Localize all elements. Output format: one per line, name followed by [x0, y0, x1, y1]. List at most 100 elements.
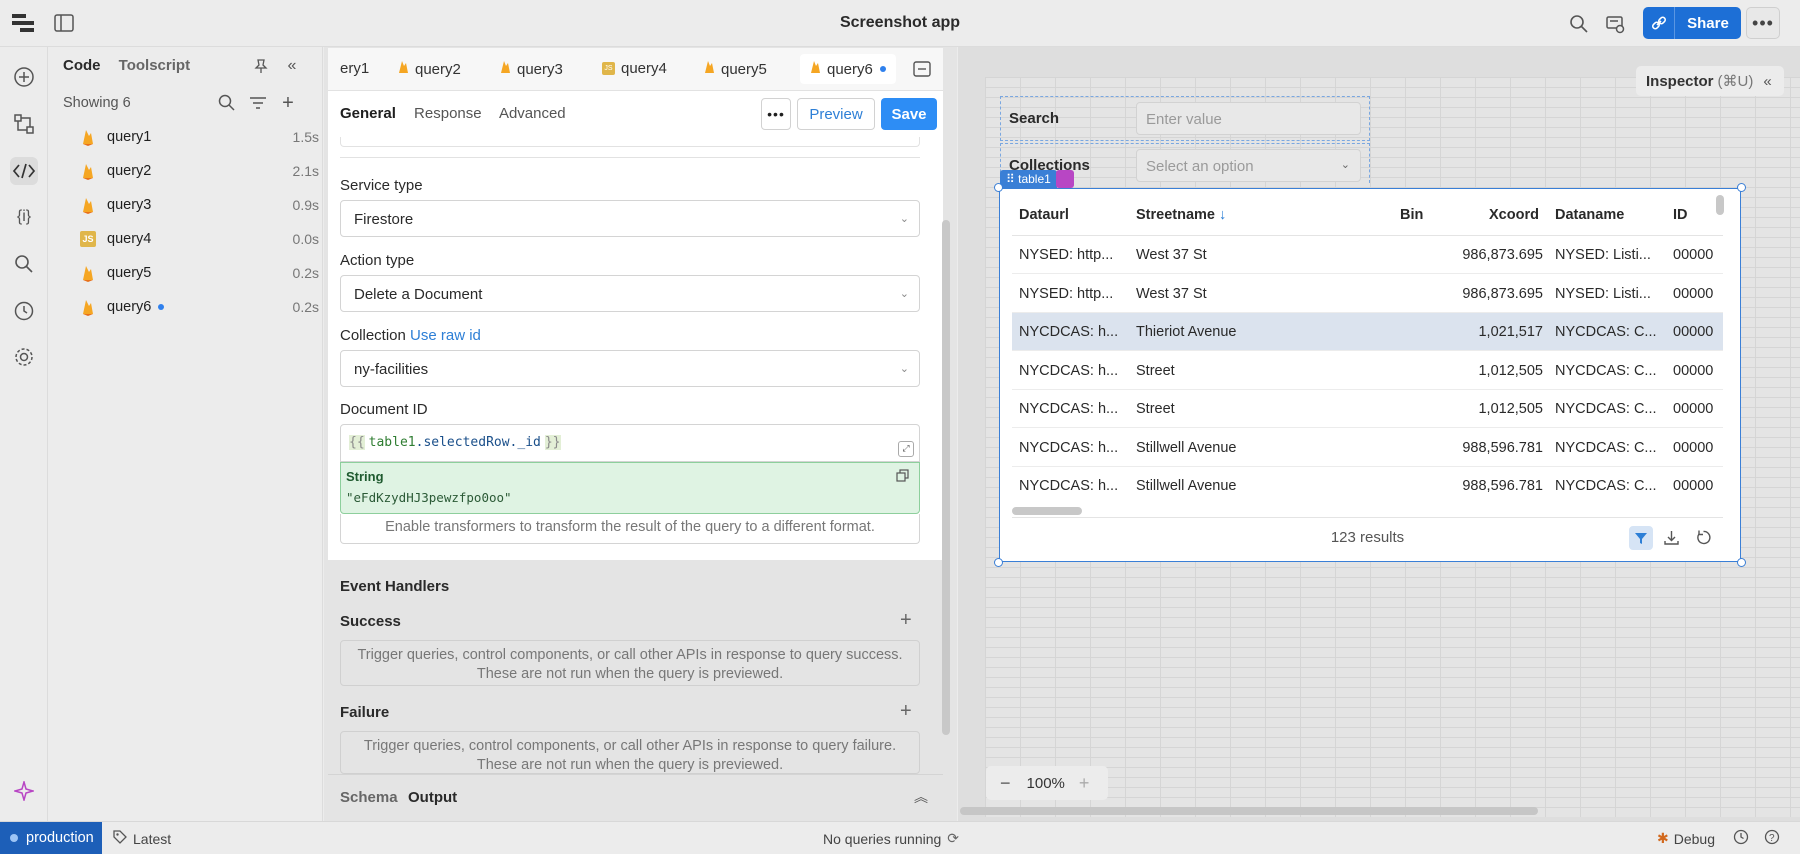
search-rail-icon[interactable]: [10, 250, 38, 278]
help-icon[interactable]: ?: [1764, 829, 1780, 848]
resize-handle[interactable]: [1737, 183, 1746, 192]
tab-advanced[interactable]: Advanced: [499, 105, 566, 122]
tab-response[interactable]: Response: [414, 105, 482, 122]
filter-icon[interactable]: [1629, 526, 1653, 550]
refresh-icon[interactable]: [1696, 530, 1711, 550]
search-input[interactable]: Enter value: [1136, 102, 1361, 135]
collections-select[interactable]: Select an option ⌄: [1136, 149, 1361, 182]
assist-sparkle-icon[interactable]: [10, 777, 38, 805]
add-failure-handler-icon[interactable]: +: [900, 700, 912, 723]
transformers-hint[interactable]: Enable transformers to transform the res…: [340, 514, 920, 544]
save-button[interactable]: Save: [881, 98, 937, 130]
table-row[interactable]: NYSED: http... West 37 St 986,873.695 NYSED…: [1012, 275, 1723, 313]
history-icon[interactable]: [10, 297, 38, 325]
failure-handler-hint[interactable]: Trigger queries, control components, or …: [340, 731, 920, 774]
table-row-selected[interactable]: NYCDCAS: h... Thieriot Avenue 1,021,517 NYC…: [1012, 313, 1723, 351]
filter-icon[interactable]: [248, 93, 268, 113]
divider: [340, 157, 920, 158]
table-row[interactable]: NYCDCAS: h... Stillwell Avenue 988,596.781…: [1012, 429, 1723, 467]
tab-query3[interactable]: query3: [500, 60, 563, 78]
component-tree-icon[interactable]: [10, 110, 38, 138]
editor-scrollbar[interactable]: [942, 220, 950, 735]
column-header-dataurl[interactable]: Dataurl: [1019, 207, 1069, 223]
query-item-query2[interactable]: query2 2.1s: [79, 158, 319, 184]
releases-icon[interactable]: [1604, 13, 1626, 35]
tab-output[interactable]: Output: [408, 789, 457, 806]
more-menu-button[interactable]: •••: [1746, 7, 1780, 39]
table1-component[interactable]: ⠿ table1 Dataurl Streetname ↓ Bin Xcoord …: [994, 170, 1746, 567]
column-header-bin[interactable]: Bin: [1400, 207, 1423, 223]
collapse-inspector-icon[interactable]: «: [1763, 73, 1771, 90]
add-component-icon[interactable]: [10, 63, 38, 91]
tab-toolscript[interactable]: Toolscript: [119, 57, 190, 74]
collapse-panel-icon[interactable]: «: [283, 57, 301, 75]
tab-general[interactable]: General: [340, 105, 396, 122]
resize-handle[interactable]: [1737, 558, 1746, 567]
table-tag[interactable]: ⠿ table1: [1000, 170, 1057, 188]
tab-schema[interactable]: Schema: [340, 789, 398, 806]
search-queries-icon[interactable]: [217, 93, 237, 113]
column-header-xcoord[interactable]: Xcoord: [1489, 207, 1539, 223]
tab-query6[interactable]: query6: [800, 54, 896, 84]
query-item-query1[interactable]: query1 1.5s: [79, 124, 319, 150]
column-header-id[interactable]: ID: [1673, 207, 1688, 223]
failure-label: Failure: [340, 704, 390, 721]
pin-icon[interactable]: [252, 57, 270, 75]
add-success-handler-icon[interactable]: +: [900, 609, 912, 632]
firebase-icon: [79, 264, 97, 282]
tab-query4[interactable]: JS query4: [602, 60, 667, 77]
document-id-input[interactable]: {{table1.selectedRow._id}} ⤢: [340, 424, 920, 462]
tab-query1[interactable]: ery1: [340, 60, 369, 77]
download-icon[interactable]: [1664, 530, 1679, 550]
share-button[interactable]: Share: [1675, 7, 1741, 39]
zoom-in-button[interactable]: +: [1079, 773, 1090, 794]
query-options-button[interactable]: •••: [761, 98, 791, 130]
history-status-icon[interactable]: [1733, 829, 1749, 848]
tab-query2[interactable]: query2: [398, 60, 461, 78]
table-row[interactable]: NYSED: http... West 37 St 986,873.695 NYSED…: [1012, 236, 1723, 274]
table-vertical-scrollbar[interactable]: [1716, 195, 1724, 215]
service-type-select[interactable]: Firestore ⌄: [340, 200, 920, 237]
collection-select[interactable]: ny-facilities ⌄: [340, 350, 920, 387]
copy-icon[interactable]: [896, 469, 909, 485]
tab-label: query6: [827, 60, 873, 78]
column-header-dataname[interactable]: Dataname: [1555, 207, 1624, 223]
preview-button[interactable]: Preview: [797, 98, 875, 130]
zoom-out-button[interactable]: −: [1000, 773, 1011, 794]
ai-assist-icon[interactable]: [1056, 170, 1074, 188]
tab-query5[interactable]: query5: [704, 60, 767, 78]
add-query-icon[interactable]: +: [278, 92, 298, 114]
environment-selector[interactable]: production: [0, 822, 102, 854]
table-horizontal-scrollbar[interactable]: [1012, 507, 1082, 515]
query-editor-panel: General Response Advanced ••• Preview Sa…: [328, 91, 943, 560]
table-row[interactable]: NYCDCAS: h... Street 1,012,505 NYCDCAS: C..…: [1012, 352, 1723, 390]
zoom-control: − 100% +: [986, 766, 1108, 800]
expand-editor-icon[interactable]: ⤢: [898, 441, 914, 457]
state-icon[interactable]: {i}: [10, 203, 38, 231]
version-selector[interactable]: Latest: [113, 830, 171, 847]
inspector-toggle[interactable]: Inspector (⌘U) «: [1636, 66, 1784, 96]
copy-link-button[interactable]: [1643, 7, 1675, 39]
expand-panel-icon[interactable]: ︽: [914, 787, 928, 807]
column-header-streetname[interactable]: Streetname ↓: [1136, 207, 1226, 223]
query-item-query3[interactable]: query3 0.9s: [79, 192, 319, 218]
canvas-horizontal-scrollbar[interactable]: [960, 807, 1538, 815]
minimize-panel-icon[interactable]: [912, 60, 932, 78]
debug-button[interactable]: ✱ Debug: [1657, 830, 1715, 847]
resize-handle[interactable]: [994, 183, 1003, 192]
table-row[interactable]: NYCDCAS: h... Street 1,012,505 NYCDCAS: C..…: [1012, 390, 1723, 428]
settings-gear-icon[interactable]: [10, 343, 38, 371]
template-prop: .selectedRow.: [415, 435, 518, 450]
resize-handle[interactable]: [994, 558, 1003, 567]
action-type-select[interactable]: Delete a Document ⌄: [340, 275, 920, 312]
query-item-query4[interactable]: JS query4 0.0s: [79, 226, 319, 252]
table-row[interactable]: NYCDCAS: h... Stillwell Avenue 988,596.781…: [1012, 467, 1723, 505]
code-icon[interactable]: [10, 157, 38, 185]
success-handler-hint[interactable]: Trigger queries, control components, or …: [340, 640, 920, 686]
query-name: query3: [107, 197, 152, 213]
search-icon[interactable]: [1568, 13, 1590, 35]
query-item-query5[interactable]: query5 0.2s: [79, 260, 319, 286]
use-raw-id-link[interactable]: Use raw id: [410, 327, 481, 344]
query-item-query6[interactable]: query6 0.2s: [79, 294, 319, 320]
tab-code[interactable]: Code: [63, 57, 101, 74]
